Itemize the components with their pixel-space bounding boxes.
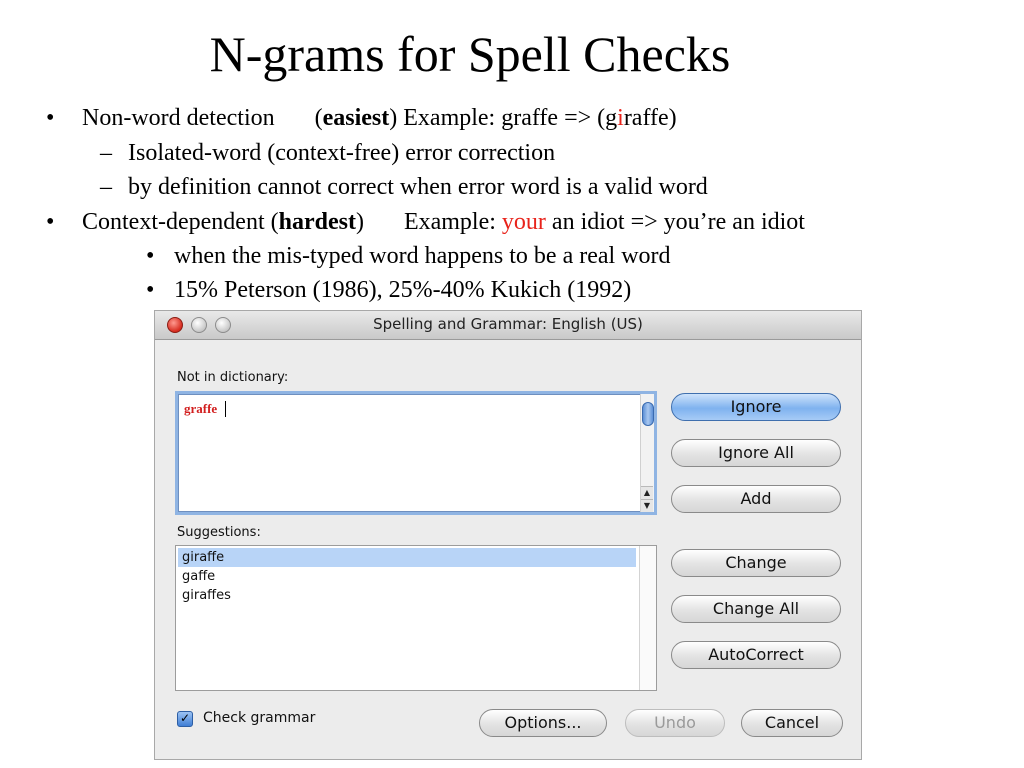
bullet-text: Non-word detection [82, 105, 275, 131]
text-caret [225, 401, 226, 417]
check-grammar-label[interactable]: Check grammar [203, 710, 315, 726]
window-title: Spelling and Grammar: English (US) [373, 315, 643, 333]
misspelled-word: graffe [184, 401, 218, 416]
change-button[interactable]: Change [671, 549, 841, 577]
suggestion-item[interactable]: gaffe [178, 567, 636, 586]
add-button[interactable]: Add [671, 485, 841, 513]
change-all-button[interactable]: Change All [671, 595, 841, 623]
suggestions-list[interactable]: giraffe gaffe giraffes [175, 545, 657, 691]
sub-bullet-real-word: when the mis-typed word happens to be a … [174, 243, 671, 269]
sub-bullet-definition: by definition cannot correct when error … [128, 174, 708, 200]
example-text: ) Example: graffe => (g [389, 105, 618, 131]
textbox-scrollbar[interactable]: ▲ ▼ [640, 394, 654, 512]
ignore-all-button[interactable]: Ignore All [671, 439, 841, 467]
suggestions-scrollbar[interactable] [639, 546, 656, 690]
bullet-nonword-detection: Non-word detection (easiest) Example: gra… [82, 102, 677, 134]
dash-marker: – [100, 174, 112, 200]
dash-marker: – [100, 140, 112, 166]
emphasis-hardest: hardest [278, 209, 356, 235]
bullet-context-dependent: Context-dependent (hardest) Example: your… [82, 206, 805, 238]
bullet-text: Context-dependent ( [82, 209, 279, 235]
ignore-button[interactable]: Ignore [671, 393, 841, 421]
emphasis-easiest: easiest [322, 105, 390, 131]
bullet-marker: • [46, 209, 55, 235]
scroll-down-arrow-icon[interactable]: ▼ [641, 499, 653, 512]
sub-bullet-isolated-word: Isolated-word (context-free) error corre… [128, 140, 556, 166]
example-rest: an idiot => you’re an idiot [545, 209, 805, 235]
autocorrect-button[interactable]: AutoCorrect [671, 641, 841, 669]
scroll-up-arrow-icon[interactable]: ▲ [641, 486, 653, 499]
bullet-marker: • [146, 243, 155, 269]
misspelled-word-field[interactable]: graffe ▲ ▼ [175, 391, 657, 515]
scroll-thumb[interactable] [642, 402, 654, 426]
window-titlebar[interactable]: Spelling and Grammar: English (US) [155, 311, 861, 340]
cancel-button[interactable]: Cancel [741, 709, 843, 737]
bullet-marker: • [46, 105, 55, 131]
undo-button[interactable]: Undo [625, 709, 725, 737]
suggestions-label: Suggestions: [177, 525, 261, 540]
highlighted-word: your [501, 209, 546, 235]
corrected-letter: i [617, 105, 624, 131]
slide-title: N-grams for Spell Checks [209, 26, 731, 82]
paren-close: ) [355, 209, 364, 235]
not-in-dictionary-label: Not in dictionary: [177, 370, 289, 385]
options-button[interactable]: Options... [479, 709, 607, 737]
example-label: Example: [403, 209, 502, 235]
check-grammar-checkbox[interactable]: ✓ [177, 711, 193, 727]
spelling-grammar-dialog: Spelling and Grammar: English (US) Not i… [154, 310, 862, 760]
paren-open: ( [314, 105, 323, 131]
example-tail: raffe) [623, 105, 677, 131]
bullet-marker: • [146, 277, 155, 303]
suggestion-item[interactable]: giraffe [178, 548, 636, 567]
sub-bullet-statistics: 15% Peterson (1986), 25%-40% Kukich (199… [174, 277, 632, 303]
suggestion-item[interactable]: giraffes [178, 586, 636, 605]
